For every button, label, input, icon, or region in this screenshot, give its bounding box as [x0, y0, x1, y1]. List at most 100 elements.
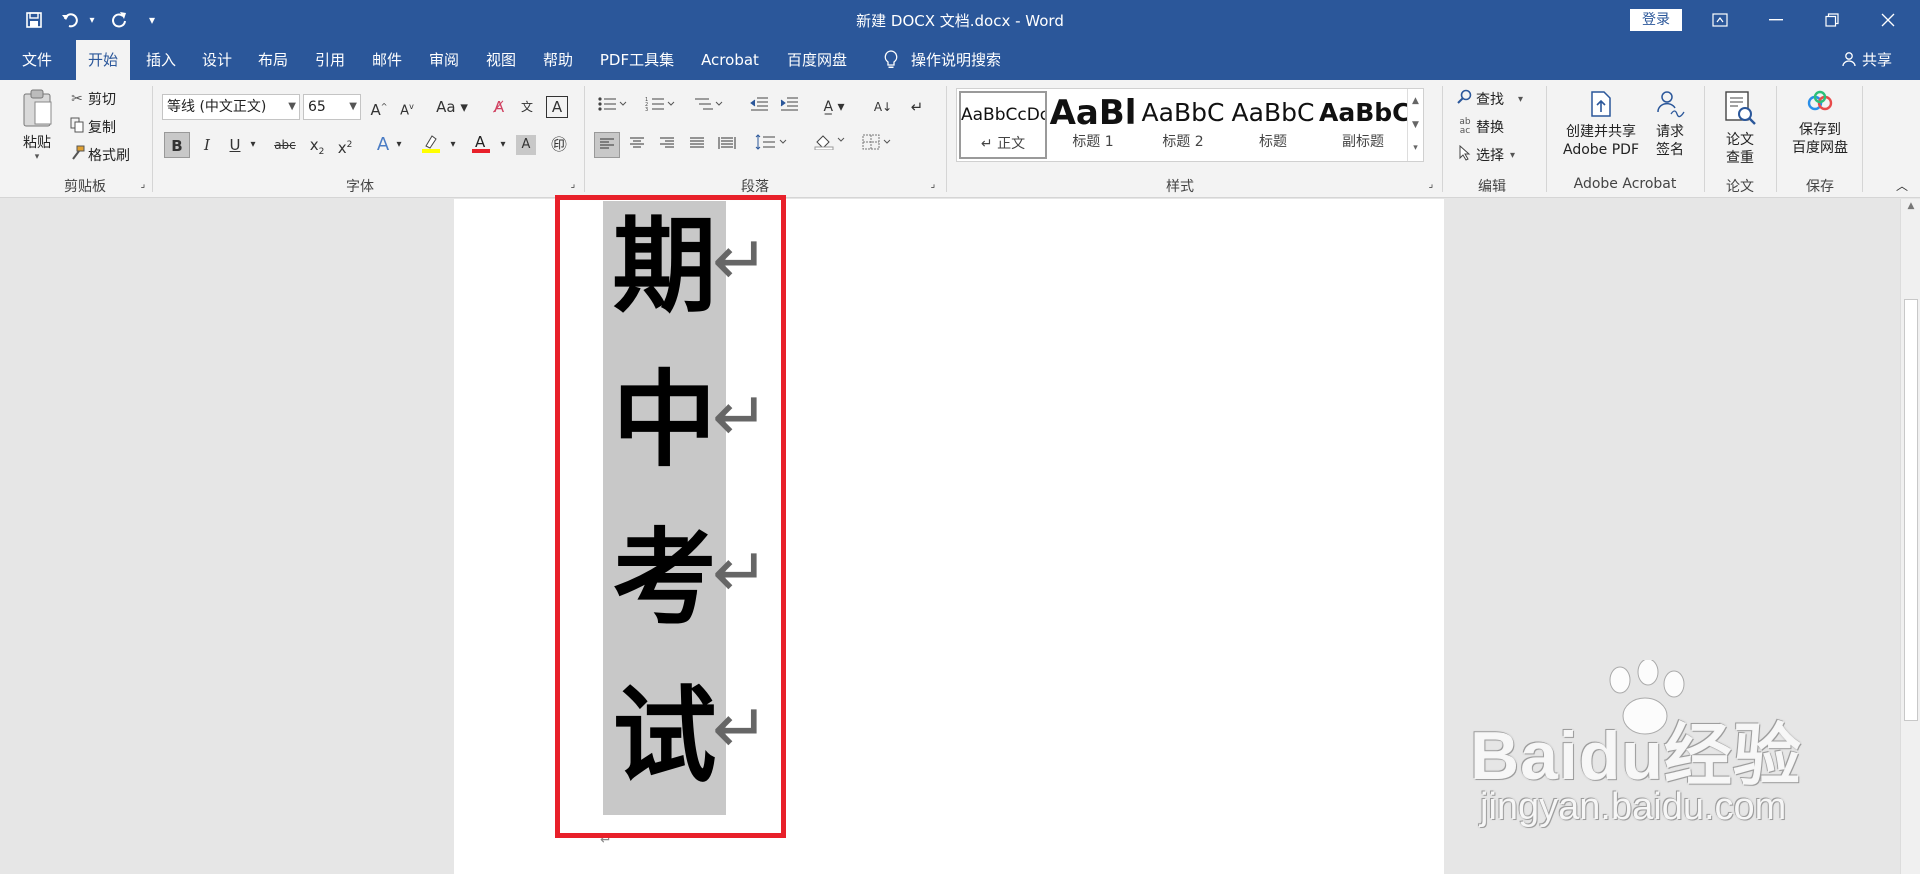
tab-layout[interactable]: 布局 — [250, 40, 296, 80]
align-left-icon[interactable] — [594, 132, 620, 158]
vertical-scrollbar[interactable]: ▲ — [1900, 199, 1920, 874]
paper-check-button[interactable]: 论文 查重 — [1716, 90, 1764, 170]
editing-group-label: 编辑 — [1478, 179, 1506, 195]
tab-insert[interactable]: 插入 — [138, 40, 184, 80]
show-marks-icon[interactable]: ↵ — [904, 94, 930, 120]
collapse-ribbon-icon[interactable]: ︿ — [1892, 178, 1912, 194]
divider — [1776, 86, 1777, 192]
baidu-netdisk-icon — [1805, 90, 1835, 121]
style-name: 标题 2 — [1162, 134, 1204, 150]
decrease-indent-icon[interactable] — [746, 94, 772, 120]
highlight-color-icon[interactable] — [418, 132, 444, 158]
text-effects-dropdown-icon[interactable]: ▾ — [392, 132, 406, 158]
select-button[interactable]: 选择 ▾ — [1454, 144, 1515, 166]
font-name-select[interactable]: 等线 (中文正文) ▼ — [162, 94, 300, 120]
replace-button[interactable]: ab ac 替换 — [1454, 116, 1504, 138]
character-border-icon[interactable]: A — [546, 96, 568, 118]
scroll-up-arrow-icon[interactable]: ▲ — [1901, 201, 1920, 217]
align-right-icon[interactable] — [654, 132, 680, 158]
format-painter-button[interactable]: 格式刷 — [66, 144, 130, 166]
scroll-down-icon[interactable]: ▼ — [1408, 113, 1423, 137]
increase-indent-icon[interactable] — [776, 94, 802, 120]
style-name: 标题 1 — [1072, 134, 1114, 150]
style-sample: AaBbC — [1231, 98, 1315, 127]
style-normal[interactable]: AaBbCcDc ↵ 正文 — [959, 91, 1047, 159]
tab-pdf-tools[interactable]: PDF工具集 — [594, 40, 680, 80]
font-size-select[interactable]: 65 ▼ — [303, 94, 361, 120]
ribbon-display-icon[interactable] — [1692, 0, 1748, 40]
minimize-icon[interactable] — [1748, 0, 1804, 40]
chinese-layout-icon[interactable]: A̲ ▾ — [816, 94, 852, 120]
restore-icon[interactable] — [1804, 0, 1860, 40]
tab-review[interactable]: 审阅 — [421, 40, 467, 80]
styles-launcher-icon[interactable]: ⌟ — [1424, 178, 1438, 192]
change-case-icon[interactable]: Aa ▾ — [432, 94, 472, 120]
tab-view[interactable]: 视图 — [478, 40, 524, 80]
superscript-icon[interactable]: x2 — [332, 132, 358, 158]
scroll-thumb[interactable] — [1904, 299, 1918, 721]
request-signature-button[interactable]: 请求 签名 — [1650, 90, 1690, 170]
clipboard-launcher-icon[interactable]: ⌟ — [136, 178, 150, 192]
italic-icon[interactable]: I — [194, 132, 220, 158]
style-subtitle[interactable]: AaBbC 副标题 — [1319, 91, 1407, 159]
paragraph-launcher-icon[interactable]: ⌟ — [926, 178, 940, 192]
borders-icon[interactable] — [858, 132, 896, 158]
underline-dropdown-icon[interactable]: ▾ — [246, 132, 260, 158]
copy-button[interactable]: 复制 — [66, 116, 116, 138]
style-sample: AaBbCcDc — [961, 105, 1045, 125]
tab-home[interactable]: 开始 — [76, 40, 130, 81]
grow-font-icon[interactable]: A^ — [366, 94, 392, 120]
strikethrough-icon[interactable]: abc — [272, 132, 298, 158]
title-bar: ▾ ▾ 新建 DOCX 文档.docx - Word 登录 — [0, 0, 1920, 40]
gallery-more-icon[interactable]: ▾ — [1408, 137, 1423, 159]
highlight-dropdown-icon[interactable]: ▾ — [446, 132, 460, 158]
lightbulb-icon[interactable] — [876, 40, 906, 80]
font-launcher-icon[interactable]: ⌟ — [566, 178, 580, 192]
font-color-icon[interactable]: A — [468, 132, 494, 158]
shading-icon[interactable] — [810, 132, 848, 158]
bold-icon[interactable]: B — [164, 132, 190, 158]
paintbrush-icon — [66, 145, 88, 165]
search-icon — [1454, 89, 1476, 109]
share-button[interactable]: 共享 — [1841, 40, 1892, 80]
shrink-font-icon[interactable]: Av — [394, 94, 420, 120]
underline-icon[interactable]: U — [222, 132, 248, 158]
tab-mailings[interactable]: 邮件 — [364, 40, 410, 80]
find-button[interactable]: 查找 ▾ — [1454, 88, 1523, 110]
tab-help[interactable]: 帮助 — [535, 40, 581, 80]
phonetic-guide-icon[interactable]: 文 — [514, 94, 540, 120]
style-title[interactable]: AaBbC 标题 — [1229, 91, 1317, 159]
subscript-icon[interactable]: x2 — [304, 132, 330, 158]
tab-baidu-netdisk[interactable]: 百度网盘 — [780, 40, 854, 80]
paper-group-label: 论文 — [1726, 179, 1754, 195]
close-icon[interactable] — [1860, 0, 1916, 40]
clear-formatting-icon[interactable]: A̸ — [486, 94, 512, 120]
scroll-up-icon[interactable]: ▲ — [1408, 89, 1423, 113]
watermark-text: Baidu经验 — [1470, 718, 1802, 794]
sort-icon[interactable]: A↓ — [870, 94, 896, 120]
style-heading-1[interactable]: AaBl 标题 1 — [1049, 91, 1137, 159]
justify-icon[interactable] — [684, 132, 710, 158]
tab-acrobat[interactable]: Acrobat — [694, 40, 766, 80]
style-heading-2[interactable]: AaBbC 标题 2 — [1139, 91, 1227, 159]
save-to-baidu-button[interactable]: 保存到 百度网盘 — [1784, 90, 1856, 170]
tab-file[interactable]: 文件 — [14, 40, 60, 80]
line-spacing-icon[interactable] — [752, 132, 790, 158]
create-share-pdf-button[interactable]: 创建并共享 Adobe PDF — [1554, 90, 1648, 170]
cut-button[interactable]: ✂ 剪切 — [66, 88, 116, 110]
font-color-dropdown-icon[interactable]: ▾ — [496, 132, 510, 158]
login-button[interactable]: 登录 — [1630, 9, 1682, 31]
character-shading-icon[interactable]: A — [516, 135, 536, 155]
copy-label: 复制 — [88, 120, 116, 136]
tab-references[interactable]: 引用 — [307, 40, 353, 80]
paste-button[interactable]: 粘贴 ▾ — [16, 88, 58, 174]
align-center-icon[interactable] — [624, 132, 650, 158]
tab-design[interactable]: 设计 — [194, 40, 240, 80]
tell-me-search[interactable]: 操作说明搜索 — [908, 40, 1004, 80]
multilevel-list-icon[interactable] — [690, 94, 726, 120]
distributed-icon[interactable] — [714, 132, 740, 158]
enclose-characters-icon[interactable]: ㊞ — [546, 132, 572, 158]
bullets-icon[interactable] — [594, 94, 630, 120]
numbering-icon[interactable]: 123 — [642, 94, 678, 120]
cursor-icon — [1454, 144, 1476, 165]
